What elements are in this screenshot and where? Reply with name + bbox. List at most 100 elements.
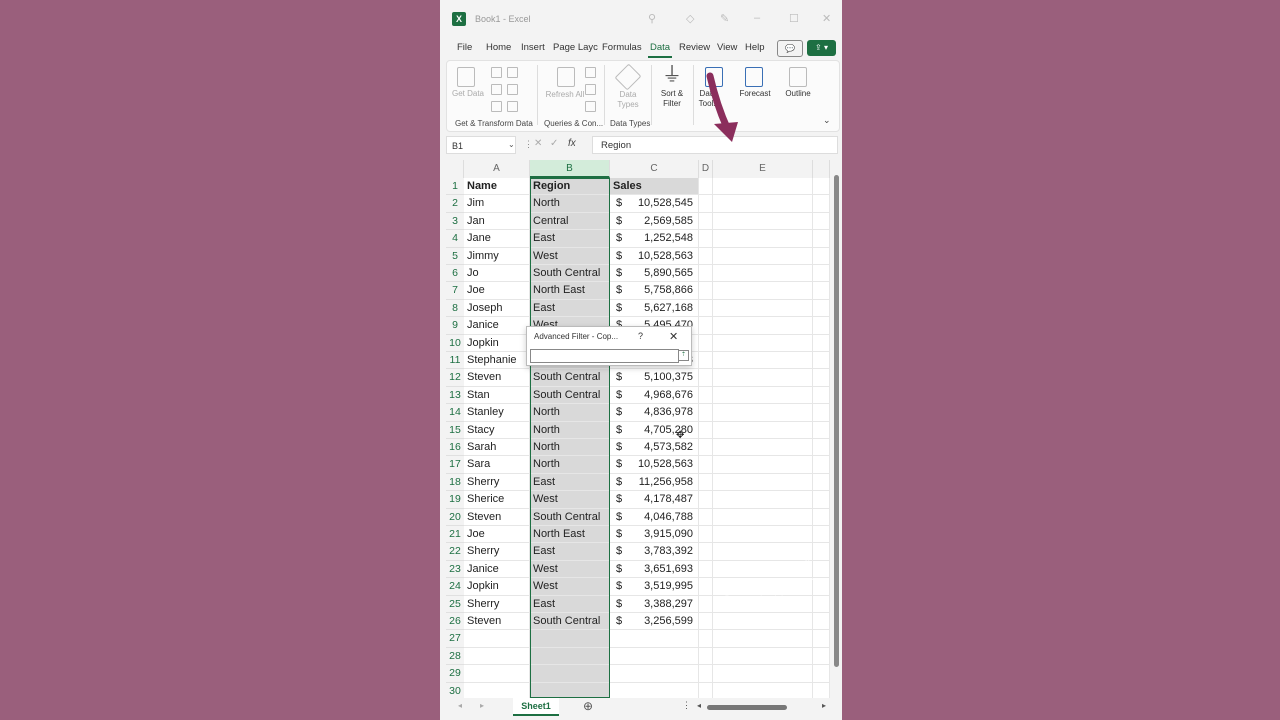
cell-name[interactable]: Sherry: [464, 543, 530, 561]
column-header-c[interactable]: C: [610, 160, 699, 178]
enter-icon[interactable]: ✓: [550, 138, 558, 149]
cell-name[interactable]: Jopkin: [464, 334, 530, 352]
cell-f[interactable]: [813, 230, 830, 248]
cell-region[interactable]: West: [530, 578, 610, 596]
cell-f[interactable]: [813, 247, 830, 265]
cell-f[interactable]: [813, 178, 830, 196]
cell-d[interactable]: [699, 508, 713, 526]
cell-sales[interactable]: $4,968,676: [610, 386, 699, 405]
tab-page-layout[interactable]: Page Layc: [553, 42, 598, 53]
cell-name[interactable]: Stan: [464, 386, 530, 405]
cell-sales[interactable]: $3,519,995: [610, 578, 699, 596]
copy-to-range-input[interactable]: [530, 349, 679, 363]
cell-f[interactable]: [813, 456, 830, 474]
row-header[interactable]: 28: [446, 647, 464, 666]
cell-sales[interactable]: [610, 665, 699, 683]
tab-view[interactable]: View: [717, 42, 737, 53]
cell-name[interactable]: Sherry: [464, 595, 530, 613]
cell-name[interactable]: Steven: [464, 613, 530, 631]
cell-d[interactable]: [699, 473, 713, 492]
cell-region[interactable]: South Central: [530, 386, 610, 405]
cell-e[interactable]: [713, 352, 813, 370]
tab-insert[interactable]: Insert: [521, 42, 545, 53]
cell-sales[interactable]: Sales: [610, 178, 699, 196]
cell-e[interactable]: [713, 526, 813, 544]
cell-region[interactable]: Central: [530, 212, 610, 231]
cell-sales[interactable]: $10,528,545: [610, 195, 699, 213]
cell-d[interactable]: [699, 560, 713, 579]
select-all-corner[interactable]: [446, 160, 464, 178]
cell-sales[interactable]: $3,915,090: [610, 526, 699, 544]
cell-f[interactable]: [813, 508, 830, 526]
cell-region[interactable]: West: [530, 491, 610, 509]
queries-connections-icon[interactable]: [585, 67, 596, 78]
cell-f[interactable]: [813, 613, 830, 631]
cell-sales[interactable]: [610, 647, 699, 666]
cell-name[interactable]: Name: [464, 178, 530, 196]
cell-sales[interactable]: $3,783,392: [610, 543, 699, 561]
cell-f[interactable]: [813, 265, 830, 283]
cell-d[interactable]: [699, 456, 713, 474]
cell-f[interactable]: [813, 647, 830, 666]
collapse-ribbon-icon[interactable]: ⌄: [823, 115, 831, 126]
scroll-left-icon[interactable]: ◂: [697, 701, 701, 710]
scroll-right-icon[interactable]: ▸: [822, 701, 826, 710]
cell-name[interactable]: Sherry: [464, 473, 530, 492]
cell-d[interactable]: [699, 613, 713, 631]
cell-name[interactable]: Jim: [464, 195, 530, 213]
row-header[interactable]: 12: [446, 369, 464, 387]
cell-region[interactable]: Region: [530, 178, 610, 196]
cell-region[interactable]: West: [530, 247, 610, 265]
cell-e[interactable]: [713, 212, 813, 231]
row-header[interactable]: 24: [446, 578, 464, 596]
row-header[interactable]: 11: [446, 352, 464, 370]
cell-region[interactable]: North East: [530, 282, 610, 300]
row-header[interactable]: 22: [446, 543, 464, 561]
cell-name[interactable]: Sara: [464, 456, 530, 474]
cell-d[interactable]: [699, 665, 713, 683]
cell-d[interactable]: [699, 369, 713, 387]
cell-name[interactable]: Jimmy: [464, 247, 530, 265]
maximize-icon[interactable]: ☐: [789, 12, 799, 25]
cell-f[interactable]: [813, 421, 830, 439]
row-header[interactable]: 25: [446, 595, 464, 613]
row-header[interactable]: 2: [446, 195, 464, 213]
row-header[interactable]: 21: [446, 526, 464, 544]
cell-d[interactable]: [699, 578, 713, 596]
comment-button[interactable]: 💬: [777, 40, 803, 57]
worksheet-grid[interactable]: A B C D E 1 Name Region Sales 2 Jim North $10,5…: [446, 160, 830, 700]
cell-region[interactable]: East: [530, 543, 610, 561]
add-sheet-icon[interactable]: ⊕: [583, 699, 593, 713]
cell-e[interactable]: [713, 543, 813, 561]
help-button[interactable]: ?: [638, 331, 643, 341]
cell-region[interactable]: [530, 665, 610, 683]
cell-f[interactable]: [813, 334, 830, 352]
cell-region[interactable]: West: [530, 560, 610, 579]
cell-sales[interactable]: $5,890,565: [610, 265, 699, 283]
get-data-button[interactable]: Get Data: [449, 89, 487, 99]
cell-e[interactable]: [713, 195, 813, 213]
cell-e[interactable]: [713, 317, 813, 335]
cell-name[interactable]: Steven: [464, 369, 530, 387]
cell-e[interactable]: [713, 230, 813, 248]
cell-f[interactable]: [813, 439, 830, 457]
from-table-icon[interactable]: [491, 84, 502, 95]
row-header[interactable]: 27: [446, 630, 464, 648]
row-header[interactable]: 6: [446, 265, 464, 283]
row-header[interactable]: 18: [446, 473, 464, 492]
cell-name[interactable]: Jo: [464, 265, 530, 283]
refresh-all-button[interactable]: Refresh All: [543, 90, 587, 100]
cell-name[interactable]: Joe: [464, 526, 530, 544]
cell-d[interactable]: [699, 630, 713, 648]
properties-icon[interactable]: [585, 84, 596, 95]
row-header[interactable]: 23: [446, 560, 464, 579]
cell-sales[interactable]: $2,569,585: [610, 212, 699, 231]
cell-region[interactable]: East: [530, 230, 610, 248]
cell-f[interactable]: [813, 282, 830, 300]
cell-sales[interactable]: $5,758,866: [610, 282, 699, 300]
cell-sales[interactable]: $3,651,693: [610, 560, 699, 579]
row-header[interactable]: 10: [446, 334, 464, 352]
tab-formulas[interactable]: Formulas: [602, 42, 642, 53]
column-header-f[interactable]: [813, 160, 830, 178]
cell-f[interactable]: [813, 630, 830, 648]
